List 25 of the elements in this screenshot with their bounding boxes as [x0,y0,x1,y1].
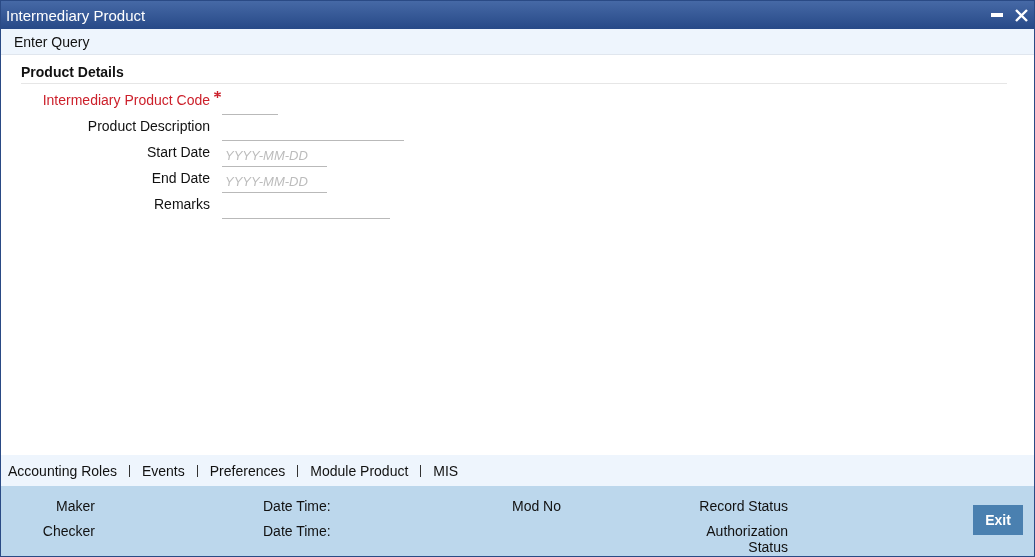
field-label: Start Date [145,144,210,162]
audit-label: Checker [41,523,95,541]
audit-label: Maker [55,498,95,514]
section-title: Product Details [21,64,1007,84]
required-asterisk-icon [214,91,221,98]
input-field[interactable]: YYYY-MM-DD [222,171,327,193]
input-field[interactable]: YYYY-MM-DD [222,145,327,167]
audit-label: Authorization Status [705,523,788,555]
minimize-icon[interactable] [991,13,1003,17]
window-title: Intermediary Product [6,6,146,24]
enter-query-button[interactable]: Enter Query [14,33,90,50]
audit-label: Date Time: [263,523,332,541]
close-icon[interactable] [1015,8,1028,22]
exit-button[interactable]: Exit [973,505,1023,535]
field-label: End Date [150,170,210,188]
field-label: Product Description [86,118,210,136]
tab-link[interactable]: Preferences [209,462,286,479]
tab-link[interactable]: Accounting Roles [8,462,117,479]
audit-label: Date Time: [263,498,332,514]
tab-link[interactable]: Module Product [310,462,409,479]
field-label: Intermediary Product Code [41,92,210,110]
field-label: Remarks [153,196,210,214]
tab-link[interactable]: MIS [433,462,459,479]
tab-link[interactable]: Events [141,462,185,479]
audit-label: Record Status [699,498,788,514]
